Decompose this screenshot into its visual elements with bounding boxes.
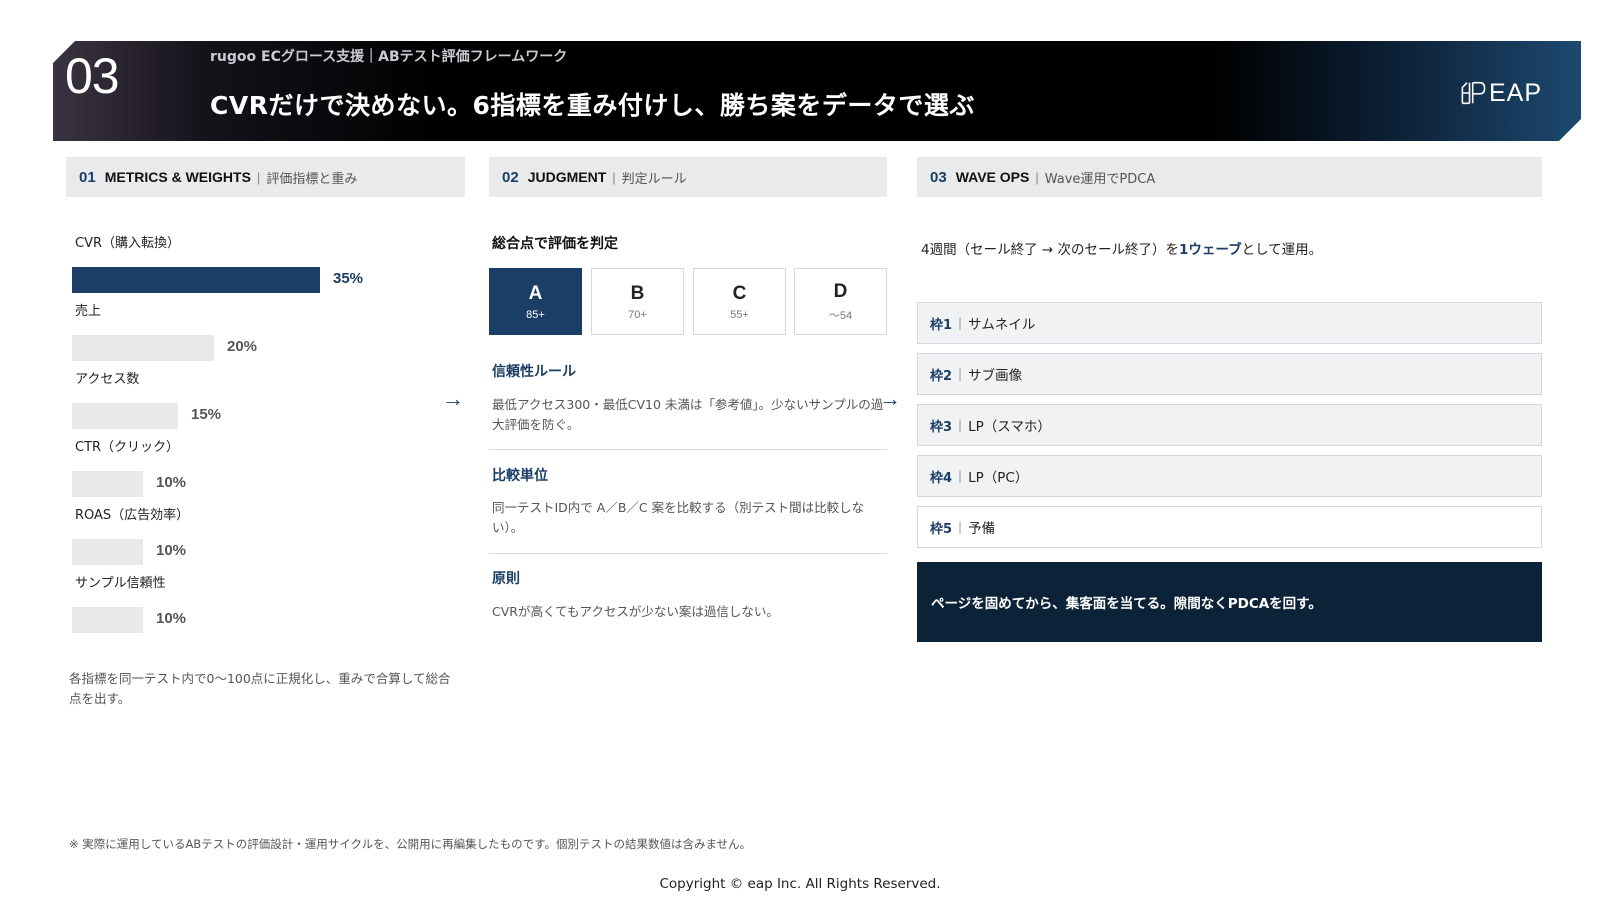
logo-text: EAP [1488, 78, 1542, 107]
wave-slot: 枠4 | LP（PC） [917, 455, 1542, 497]
metric-value: 15% [191, 406, 222, 423]
metric-value: 10% [156, 542, 187, 559]
metric-bar [72, 471, 143, 497]
grade-letter: B [630, 282, 645, 304]
metric-bar [72, 403, 178, 429]
slot-key: 枠4 [930, 470, 953, 486]
section-title-ja: 判定ルール [621, 171, 687, 187]
rule-heading: 原則 [492, 571, 520, 587]
metric-bar [72, 539, 143, 565]
divider [489, 449, 887, 450]
rule-heading: 信頼性ルール [492, 364, 576, 380]
section-title-en: WAVE OPS [955, 169, 1030, 185]
section-num: 03 [930, 168, 947, 186]
metric-value: 10% [156, 474, 187, 491]
section-head-judgment: 02 JUDGMENT | 判定ルール [489, 157, 887, 197]
grade-range: 70+ [628, 308, 647, 321]
separator: | [958, 469, 963, 483]
separator: | [958, 367, 963, 381]
section-head-wave: 03 WAVE OPS | Wave運用でPDCA [917, 157, 1542, 197]
grade-letter: D [833, 280, 848, 302]
metric-label: アクセス数 [75, 372, 140, 387]
logo-mark-icon [1461, 81, 1486, 105]
section-num: 02 [502, 168, 519, 186]
wave-slot: 枠2 | サブ画像 [917, 353, 1542, 395]
separator: | [612, 169, 616, 185]
grade-card-b: B 70+ [591, 268, 684, 335]
slot-key: 枠5 [930, 521, 953, 537]
grade-card-a: A 85+ [489, 268, 582, 335]
grade-range: 〜54 [828, 309, 853, 322]
slot-key: 枠3 [930, 419, 953, 435]
section-title-ja: Wave運用でPDCA [1044, 171, 1156, 187]
separator: | [958, 520, 963, 534]
metric-value: 10% [156, 610, 187, 627]
metric-bar [72, 267, 320, 293]
metric-label: CTR（クリック） [75, 440, 180, 455]
metric-label: CVR（購入転換） [75, 236, 181, 251]
eap-logo: EAP [1460, 76, 1542, 110]
slot-value: サムネイル [968, 317, 1036, 333]
section-title-en: METRICS & WEIGHTS [104, 169, 251, 185]
divider [489, 553, 887, 554]
slot-value: 予備 [968, 521, 996, 537]
copyright: Copyright © eap Inc. All Rights Reserved… [659, 876, 941, 892]
separator: | [958, 418, 963, 432]
metric-bar [72, 335, 214, 361]
grade-card-c: C 55+ [693, 268, 786, 335]
slot-key: 枠1 [930, 317, 953, 333]
grade-range: 85+ [526, 308, 545, 321]
wave-summary-box: ページを固めてから、集客面を当てる。隙間なくPDCAを回す。 [917, 562, 1542, 642]
metric-bar [72, 607, 143, 633]
metric-value: 20% [227, 338, 258, 355]
slot-value: LP（PC） [968, 470, 1029, 486]
wave-intro-highlight: 1ウェーブ [1178, 242, 1242, 258]
section-head-metrics: 01 METRICS & WEIGHTS | 評価指標と重み [66, 157, 465, 197]
separator: | [1035, 169, 1039, 185]
grade-range: 55+ [730, 308, 749, 321]
section-title-en: JUDGMENT [527, 169, 607, 185]
slot-value: サブ画像 [968, 368, 1023, 384]
metrics-note: 各指標を同一テスト内で0〜100点に正規化し、重みで合算して総合点を出す。 [69, 671, 451, 706]
wave-intro: 4週間（セール終了 → 次のセール終了）を1ウェーブとして運用。 [921, 238, 1322, 258]
metric-value: 35% [333, 270, 364, 287]
wave-slot: 枠1 | サムネイル [917, 302, 1542, 344]
footnote: ※ 実際に運用しているABテストの評価設計・運用サイクルを、公開用に再編集したも… [69, 837, 752, 851]
wave-slot: 枠3 | LP（スマホ） [917, 404, 1542, 446]
rule-text: 最低アクセス300・最低CV10 未満は「参考値」。少ないサンプルの過大評価を防… [492, 397, 884, 432]
grade-letter: A [528, 282, 543, 304]
section-num: 01 [79, 168, 96, 186]
header-subtitle: rugoo ECグロース支援｜ABテスト評価フレームワーク [210, 49, 568, 65]
metric-label: ROAS（広告効率） [75, 508, 190, 523]
grade-card-d: D 〜54 [794, 268, 887, 335]
wave-slot: 枠5 | 予備 [917, 506, 1542, 548]
judgment-title: 総合点で評価を判定 [492, 236, 618, 252]
wave-intro-text: 4週間（セール終了 → 次のセール終了）を [921, 242, 1179, 258]
slot-key: 枠2 [930, 368, 953, 384]
separator: | [958, 316, 963, 330]
arrow-right-icon: → [442, 386, 464, 411]
metric-label: 売上 [75, 304, 102, 319]
rule-heading: 比較単位 [492, 468, 548, 484]
rule-text: CVRが高くてもアクセスが少ない案は過信しない。 [492, 604, 779, 619]
metric-label: サンプル信頼性 [75, 576, 166, 591]
page-title: CVRだけで決めない。6指標を重み付けし、勝ち案をデータで選ぶ [210, 91, 975, 120]
section-number: 03 [65, 48, 120, 104]
slot-value: LP（スマホ） [968, 419, 1051, 435]
grade-letter: C [732, 282, 747, 304]
separator: | [256, 169, 261, 185]
section-title-ja: 評価指標と重み [266, 171, 358, 187]
rule-text: 同一テストID内で A／B／C 案を比較する（別テスト間は比較しない）。 [492, 500, 865, 535]
wave-intro-text: として運用。 [1241, 242, 1323, 258]
